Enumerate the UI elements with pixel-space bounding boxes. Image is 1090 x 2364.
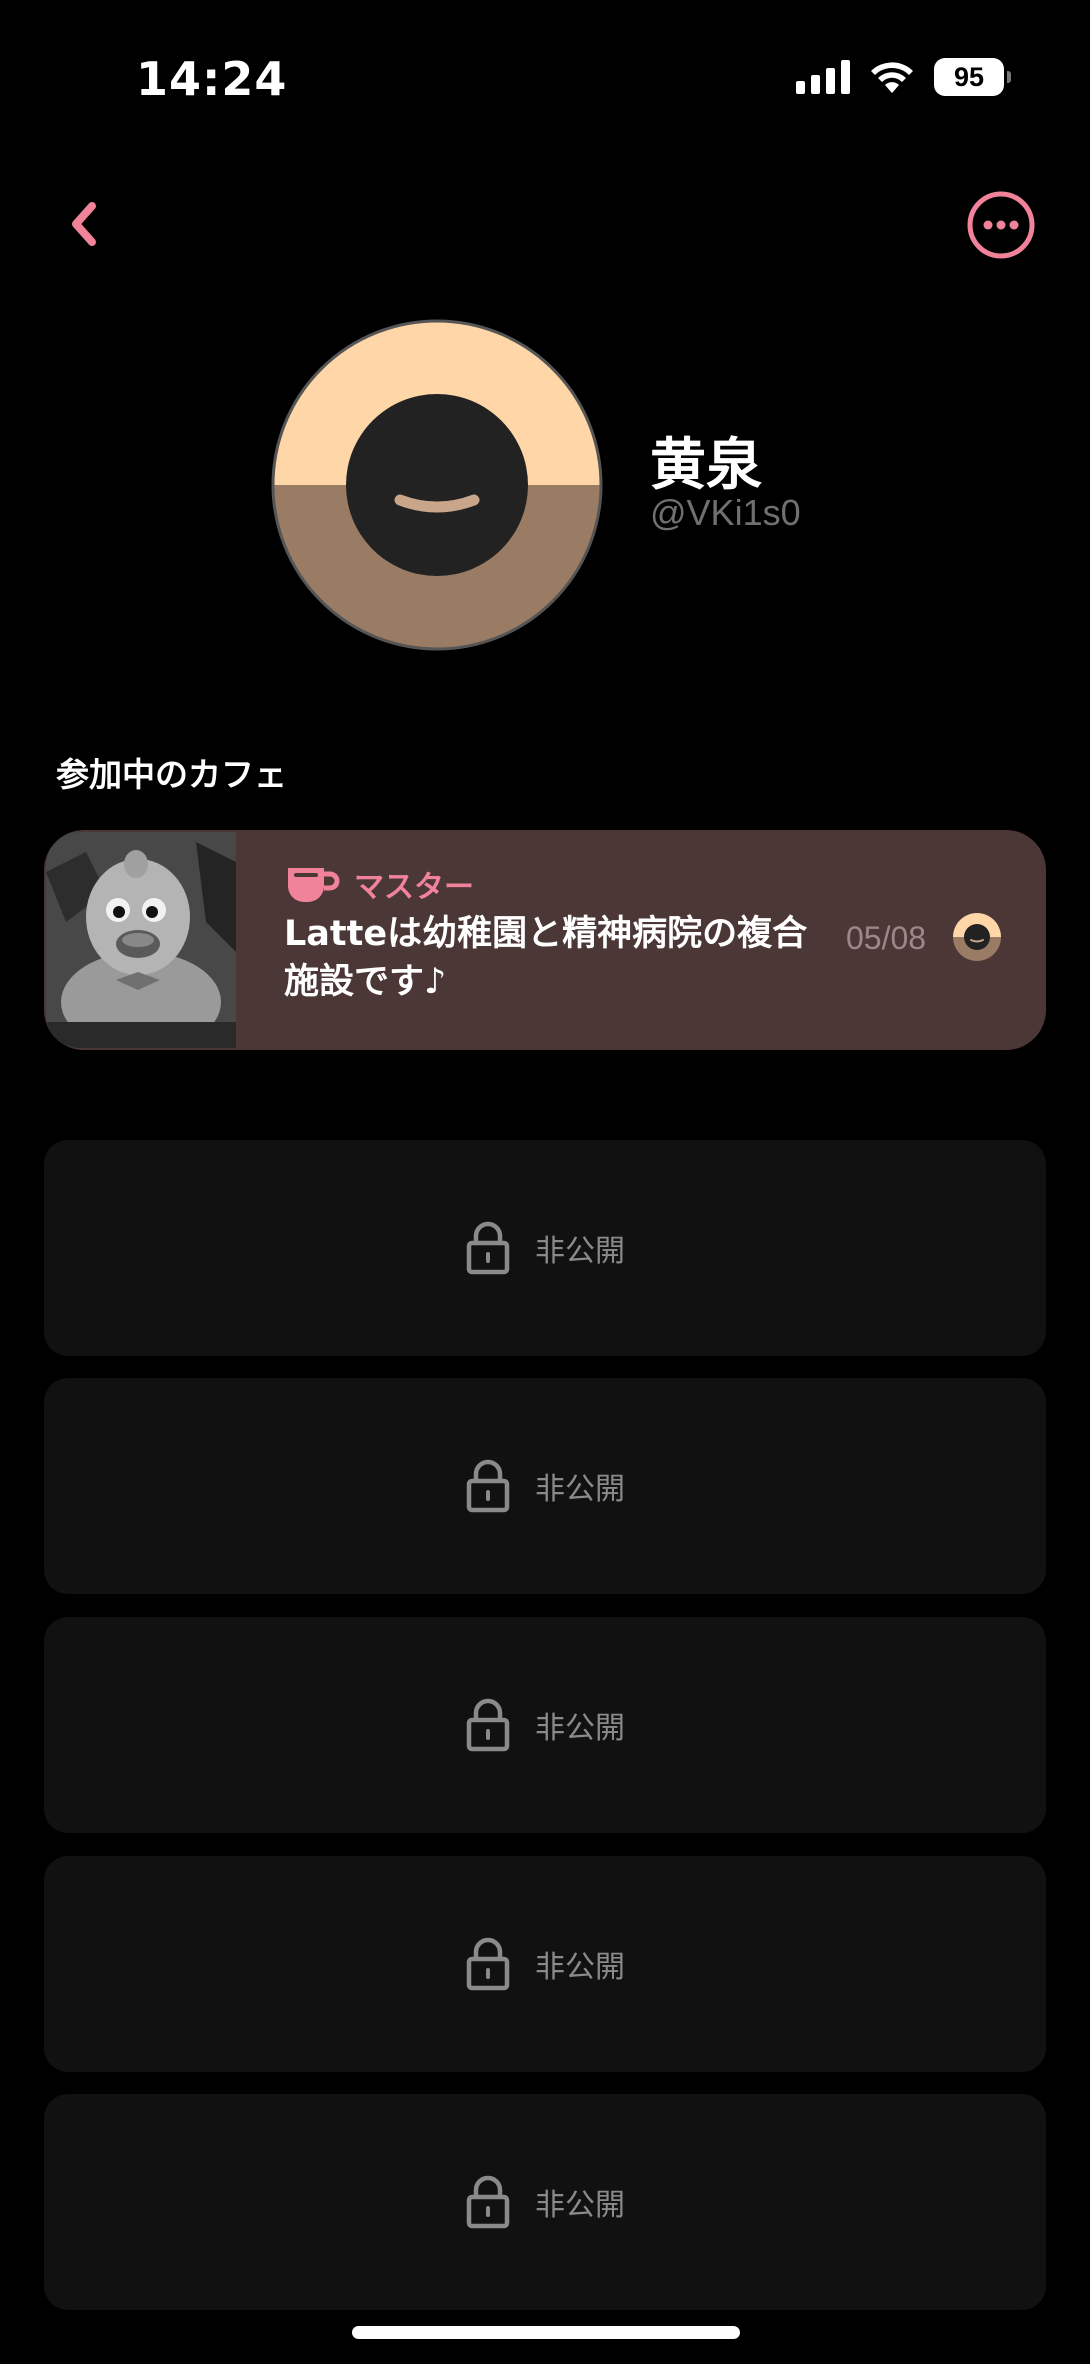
private-card: 非公開 bbox=[44, 1140, 1046, 1356]
coffee-cup-icon bbox=[288, 868, 340, 902]
profile-avatar[interactable] bbox=[270, 318, 604, 652]
private-card: 非公開 bbox=[44, 2094, 1046, 2310]
private-label: 非公開 bbox=[535, 2188, 625, 2223]
profile-handle: @VKi1s0 bbox=[650, 492, 801, 533]
chevron-left-icon bbox=[72, 202, 96, 246]
cafe-title: Latteは幼稚園と精神病院の複合施設です♪ bbox=[284, 914, 808, 1002]
ellipsis-circle-icon bbox=[967, 191, 1035, 259]
signal-icon bbox=[796, 60, 850, 94]
private-label: 非公開 bbox=[535, 1711, 625, 1746]
cafe-role-label: マスター bbox=[354, 870, 474, 905]
private-card: 非公開 bbox=[44, 1856, 1046, 2072]
private-label: 非公開 bbox=[535, 1472, 625, 1507]
cafe-thumbnail bbox=[46, 832, 236, 1048]
back-button[interactable] bbox=[62, 188, 118, 260]
lock-icon bbox=[466, 2175, 510, 2229]
home-indicator[interactable] bbox=[352, 2326, 740, 2339]
section-title: 参加中のカフェ bbox=[56, 755, 287, 794]
profile-name: 黄泉 bbox=[650, 433, 762, 498]
wifi-icon bbox=[871, 62, 913, 93]
more-options-button[interactable] bbox=[966, 190, 1036, 260]
lock-icon bbox=[466, 1698, 510, 1752]
status-time: 14:24 bbox=[136, 52, 288, 106]
lock-icon bbox=[466, 1937, 510, 1991]
battery-level: 95 bbox=[953, 61, 985, 92]
cafe-card[interactable]: マスター Latteは幼稚園と精神病院の複合施設です♪ 05/08 bbox=[44, 830, 1046, 1050]
battery-icon: 95 bbox=[934, 58, 1011, 96]
private-label: 非公開 bbox=[535, 1234, 625, 1269]
status-icons: 95 bbox=[796, 58, 1011, 96]
cafe-member-avatar bbox=[952, 912, 1002, 962]
lock-icon bbox=[466, 1459, 510, 1513]
private-label: 非公開 bbox=[535, 1950, 625, 1985]
private-card: 非公開 bbox=[44, 1378, 1046, 1594]
cafe-role: マスター bbox=[284, 862, 474, 906]
cafe-date: 05/08 bbox=[846, 920, 927, 956]
private-card: 非公開 bbox=[44, 1617, 1046, 1833]
lock-icon bbox=[466, 1221, 510, 1275]
